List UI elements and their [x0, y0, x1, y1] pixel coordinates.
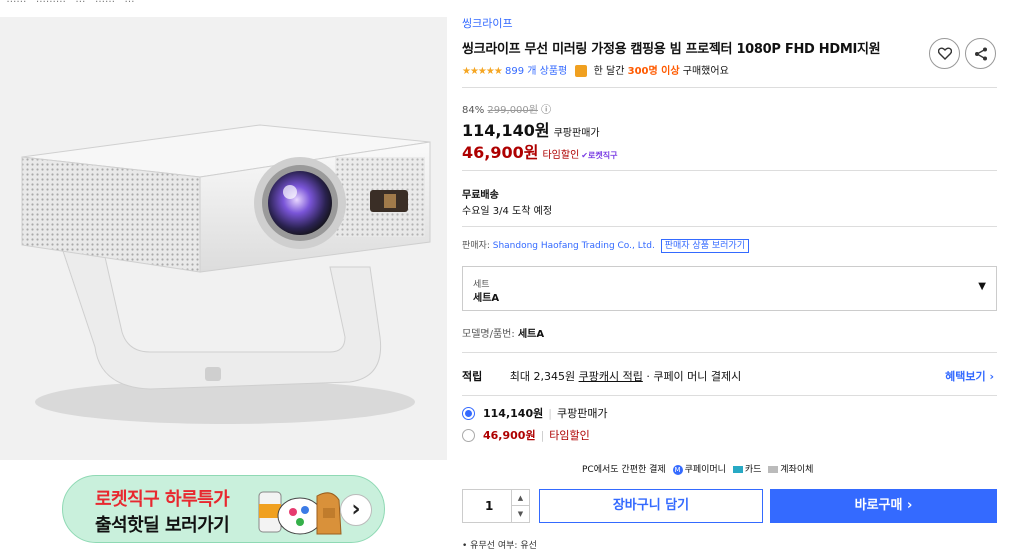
quantity-down-icon[interactable]: ▼	[512, 506, 529, 522]
reward-title: 적립	[462, 370, 483, 383]
spec-item: • 유무선 여부: 유선	[462, 541, 537, 550]
original-price: 299,000원	[487, 105, 538, 116]
reward-row: 적립 최대 2,345원 쿠팡캐시 적립 · 쿠페이 머니 결제시 혜택보기 ›	[462, 368, 994, 384]
sale-price: 46,900원 타임할인 ✔로켓직구	[462, 143, 618, 162]
discount-rate: 84%	[462, 105, 485, 116]
price-option-timesale[interactable]: 46,900원 | 타임할인	[462, 427, 590, 443]
breadcrumb[interactable]: · …… · ……… · … · …… · …	[0, 0, 135, 5]
coupang-cash-link[interactable]: 쿠팡캐시 적립	[579, 370, 643, 383]
rocket-direct-badge: ✔로켓직구	[581, 151, 618, 160]
brand-link[interactable]: 씽크라이프	[462, 15, 513, 31]
quantity-up-icon[interactable]: ▲	[512, 490, 529, 506]
divider	[462, 226, 997, 227]
bank-icon	[768, 466, 779, 473]
heart-icon	[937, 47, 952, 60]
promo-banner[interactable]: 로켓직구 하루특가 출석핫딜 보러가기 ›	[62, 475, 385, 543]
option-select[interactable]: 세트 세트A ▼	[462, 266, 997, 311]
wishlist-button[interactable]	[929, 38, 960, 69]
share-icon	[974, 47, 987, 60]
shopping-bag-icon	[575, 65, 588, 77]
radio-unselected[interactable]	[462, 428, 475, 442]
divider	[462, 170, 997, 171]
seller-products-button[interactable]: 판매자 상품 보러가기	[660, 239, 749, 253]
promo-products-icon	[258, 491, 342, 535]
divider	[462, 352, 997, 353]
payment-methods: PC에서도 간편한 결제 M 쿠페이머니 카드 계좌이체	[582, 464, 814, 475]
coupay-icon: M	[672, 464, 683, 475]
seller-row: 판매자: Shandong Haofang Trading Co., Ltd. …	[462, 238, 749, 253]
promo-line-2: 출석핫딜 보러가기	[95, 515, 230, 536]
price-option-coupang[interactable]: 114,140원 | 쿠팡판매가	[462, 405, 608, 421]
rocket-check-icon: ✔	[581, 151, 588, 160]
caret-down-icon: ▼	[978, 281, 986, 292]
bought-count: 한 달간 300명 이상 구매했어요	[593, 66, 729, 77]
divider	[462, 87, 997, 88]
projector-illustration	[21, 124, 431, 424]
promo-arrow-icon[interactable]: ›	[340, 494, 372, 526]
review-count-link[interactable]: 899 개 상품평	[505, 66, 567, 77]
rating-row: ★★★★★ 899 개 상품평 한 달간 300명 이상 구매했어요	[462, 62, 729, 77]
product-image[interactable]	[0, 17, 447, 460]
discount-row: 84% 299,000원 ⓘ	[462, 101, 551, 116]
shipping-title: 무료배송	[462, 190, 499, 201]
model-number: 모델명/품번: 세트A	[462, 329, 545, 340]
promo-line-1: 로켓직구 하루특가	[95, 489, 230, 510]
buy-now-button[interactable]: 바로구매 ›	[770, 489, 997, 523]
option-value: 세트A	[473, 293, 500, 304]
star-rating-icon: ★★★★★	[462, 66, 503, 77]
radio-selected[interactable]	[462, 406, 475, 420]
card-icon	[732, 466, 743, 473]
info-icon[interactable]: ⓘ	[541, 105, 551, 116]
shipping-date: 수요일 3/4 도착 예정	[462, 206, 553, 217]
quantity-value[interactable]: 1	[485, 499, 493, 513]
coupang-price: 114,140원 쿠팡판매가	[462, 121, 600, 140]
quantity-stepper[interactable]: 1 ▲ ▼	[462, 489, 530, 523]
benefits-link[interactable]: 혜택보기 ›	[945, 368, 994, 384]
product-title: 씽크라이프 무선 미러링 가정용 캠핑용 빔 프로젝터 1080P FHD HD…	[462, 42, 881, 57]
seller-name-link[interactable]: Shandong Haofang Trading Co., Ltd.	[493, 241, 655, 251]
divider	[462, 395, 997, 396]
add-to-cart-button[interactable]: 장바구니 담기	[539, 489, 763, 523]
share-button[interactable]	[965, 38, 996, 69]
